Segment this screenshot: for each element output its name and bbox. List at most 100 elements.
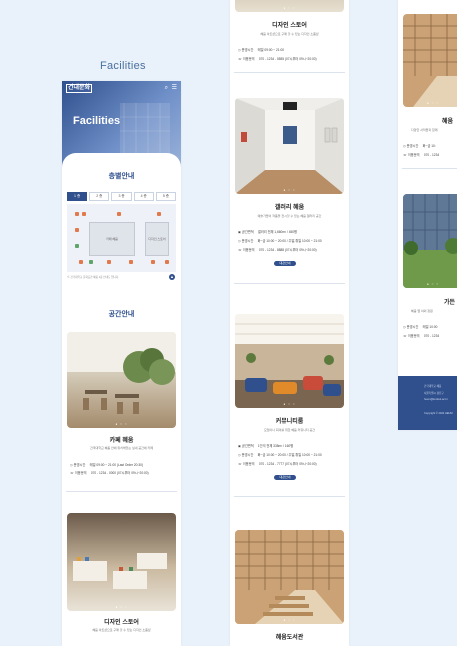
phone-value: 070 - 1234 - 0000 (07시부터 09시~20:00) xyxy=(90,471,149,475)
hours-label: 운영시간 xyxy=(73,463,86,467)
tab-floor-4[interactable]: 4 층 xyxy=(133,192,154,201)
cafe-title: 카페 혜움 xyxy=(109,438,134,444)
gallery-hours: ◷ 운영시간 화~금 10:00 ~ 20:00 / 주말,휴일 10:00 ~ … xyxy=(238,238,322,243)
store-title: 디자인 스토어 xyxy=(272,23,307,29)
rental-info-button[interactable]: 대관안내 xyxy=(274,475,296,480)
carousel-dots[interactable]: ● ○ ○ xyxy=(235,188,344,192)
area-value: 1인석 전체 335m² / 160평 xyxy=(257,444,294,448)
community-area: ▣ 공간면적 1인석 전체 335m² / 160평 xyxy=(238,443,293,448)
community-phone: ☏ 이용문의 070 - 1234 - 7777 (07시부터 09시~20:00… xyxy=(238,461,317,466)
phone-label: 이용문의 xyxy=(74,471,87,475)
carousel-dots[interactable]: ● ○ ○ xyxy=(403,101,457,105)
carousel-dots[interactable]: ● ○ ○ xyxy=(235,618,344,622)
map-marker xyxy=(157,212,161,216)
carousel-dots[interactable]: ● ○ ○ xyxy=(403,282,457,286)
hours-label: 운영시간 xyxy=(241,48,254,52)
community-hours: ◷ 운영시간 화~금 10:00 ~ 20:00 / 주말,휴일 10:00 ~ … xyxy=(238,452,322,457)
community-interior-image xyxy=(235,314,344,408)
store-title: 디자인 스토어 xyxy=(104,620,139,626)
phone-label: 이용문의 xyxy=(242,248,255,252)
map-marker xyxy=(89,260,93,264)
map-marker xyxy=(151,260,155,264)
phone-label: 이용문의 xyxy=(407,153,420,157)
store-phone: ☏ 이용문의 070 - 1234 - 5555 (07시부터 09시~20:00… xyxy=(238,56,317,61)
tab-floor-5[interactable]: 5 층 xyxy=(155,192,177,201)
community-title: 커뮤니티룸 xyxy=(275,419,304,425)
library-title: 혜움 xyxy=(442,119,454,125)
community-desc: 모임이나 회의를 위한 혜움 커뮤니티 공간 xyxy=(263,428,316,432)
map-marker xyxy=(107,260,111,264)
phone-label: 이용문의 xyxy=(407,334,420,338)
divider xyxy=(402,168,457,169)
cafe-hours: ◷ 운영시간 매일 09:00 ~ 21:00 (Last Order 20:30… xyxy=(70,462,143,467)
top-arrow-icon[interactable]: ▲ xyxy=(169,274,175,280)
cafe-photo[interactable]: ● ○ ○ xyxy=(67,332,176,428)
map-note: ※ 건국대학교 문화공간 혜움 1층 안내도 입니다. xyxy=(67,276,120,279)
carousel-dots[interactable]: ● ○ ○ xyxy=(235,6,344,10)
hours-value: 화~금 10:00 ~ 20:00 / 주말,휴일 10:00 ~ 21:00 xyxy=(257,453,322,457)
mobile-page: 건대문화 ⌕ ☰ Facilities 층별안내 1 층 2 층 3 층 4 층… xyxy=(62,81,181,646)
map-room-cafe[interactable]: 카페 혜움 xyxy=(89,222,135,256)
area-value: 갤러리 전체 1,660m² / 450평 xyxy=(257,230,297,234)
header-icons: ⌕ ☰ xyxy=(165,84,177,92)
hours-value: 화~금 10:00 ~ 20:00 / 주말,휴일 10:00 ~ 21:00 xyxy=(257,239,322,243)
library-interior-image xyxy=(235,530,344,624)
cafe-phone: ☏ 이용문의 070 - 1234 - 0000 (07시부터 09시~20:00… xyxy=(70,470,149,475)
phone-value: 070 - 1234 xyxy=(423,334,440,338)
menu-icon[interactable]: ☰ xyxy=(172,85,177,91)
space-guide-title: 공간안내 xyxy=(108,311,135,318)
footer-line-2: 서울특별시 광진구 xyxy=(424,392,444,395)
garden-phone: ☏ 이용문의 070 - 1234 xyxy=(403,333,439,338)
floor-tabs: 1 층 2 층 3 층 4 층 5 층 xyxy=(67,192,177,201)
hours-value: 매일 09:00 ~ 21:00 xyxy=(257,48,285,52)
store-interior-image xyxy=(73,553,167,589)
footer-line-3: heum@konkuk.ac.kr xyxy=(424,398,448,401)
map-marker xyxy=(75,212,79,216)
phone-label: 이용문의 xyxy=(242,57,255,61)
gallery-photo[interactable]: ● ○ ○ xyxy=(235,98,344,194)
logo[interactable]: 건대문화 xyxy=(66,84,93,93)
community-photo[interactable]: ● ○ ○ xyxy=(235,314,344,408)
map-marker xyxy=(165,260,169,264)
carousel-dots[interactable]: ● ○ ○ xyxy=(67,422,176,426)
mobile-page-end: ● ○ ○ 혜움 다양한 서적들과 함께 ◷ 운영시간 화~금 10: ☏ 이용문… xyxy=(398,0,457,430)
footer: 건국대학교 혜움 서울특별시 광진구 heum@konkuk.ac.kr Cop… xyxy=(398,376,457,430)
carousel-dots[interactable]: ● ○ ○ xyxy=(235,402,344,406)
phone-value: 070 - 1234 - 5555 (07시부터 09시~20:00) xyxy=(258,57,317,61)
garden-desc: 혜움 옆 야외 정원 xyxy=(411,309,433,313)
divider xyxy=(234,72,345,73)
hero-title: Facilities xyxy=(73,115,121,127)
store-photo[interactable]: ● ○ ○ xyxy=(235,0,344,12)
store-photo[interactable]: ● ○ ○ xyxy=(67,513,176,611)
rental-info-button[interactable]: 대관안내 xyxy=(274,261,296,266)
library-photo[interactable]: ● ○ ○ xyxy=(235,530,344,624)
divider xyxy=(234,496,345,497)
search-icon[interactable]: ⌕ xyxy=(165,85,168,91)
phone-value: 070 - 1234 - 8888 (07시부터 09시~20:00) xyxy=(258,248,317,252)
library-title: 혜움도서관 xyxy=(275,635,304,641)
carousel-dots[interactable]: ● ○ ○ xyxy=(67,605,176,609)
map-room-store[interactable]: 디자인 스토어 xyxy=(145,222,169,256)
divider xyxy=(66,491,177,492)
floor-map: 카페 혜움 디자인 스토어 xyxy=(67,204,176,272)
hours-value: 화~금 10: xyxy=(422,144,436,148)
gallery-interior-image xyxy=(235,98,344,194)
tab-floor-3[interactable]: 3 층 xyxy=(111,192,132,201)
area-label: 공간면적 xyxy=(241,230,254,234)
library-photo[interactable]: ● ○ ○ xyxy=(403,14,457,107)
hours-value: 매일 10:00 xyxy=(422,325,438,329)
map-marker xyxy=(129,260,133,264)
map-marker xyxy=(75,244,79,248)
gallery-title: 갤러리 혜움 xyxy=(274,205,305,211)
hours-label: 운영시간 xyxy=(406,325,419,329)
garden-photo[interactable]: ● ○ ○ xyxy=(403,194,457,288)
phone-label: 이용문의 xyxy=(242,462,255,466)
store-hours: ◷ 운영시간 매일 09:00 ~ 21:00 xyxy=(238,47,284,52)
garden-exterior-image xyxy=(403,194,457,288)
hours-value: 매일 09:00 ~ 21:00 (Last Order 20:30) xyxy=(89,463,143,467)
library-interior-image xyxy=(403,14,457,107)
tab-floor-1[interactable]: 1 층 xyxy=(67,192,88,201)
hours-label: 운영시간 xyxy=(241,453,254,457)
garden-hours: ◷ 운영시간 매일 10:00 xyxy=(403,324,437,329)
tab-floor-2[interactable]: 2 층 xyxy=(89,192,110,201)
